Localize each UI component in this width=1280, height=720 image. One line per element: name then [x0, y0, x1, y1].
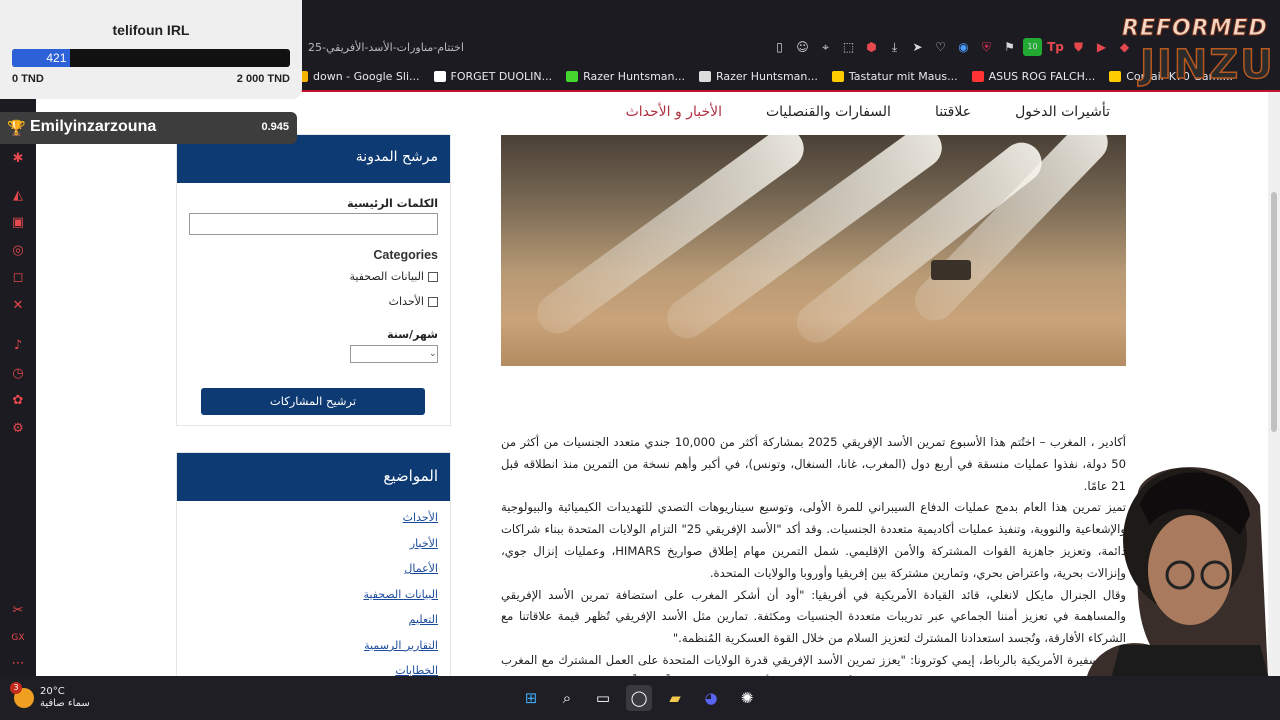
- goal-progress-fill: 421: [12, 49, 71, 67]
- checkbox[interactable]: [428, 271, 438, 282]
- category-option[interactable]: البيانات الصحفية: [350, 270, 438, 283]
- donation-goal-overlay: telifoun IRL 421 0 TND 2 000 TND: [0, 0, 302, 99]
- task-view-icon[interactable]: ▭: [590, 685, 616, 711]
- vpn-icon[interactable]: ◉: [954, 38, 973, 56]
- bookmark-item[interactable]: Tastatur mit Maus...: [831, 70, 958, 83]
- checkbox[interactable]: [428, 296, 438, 307]
- counter-icon[interactable]: 10: [1023, 38, 1042, 56]
- screenshot-icon[interactable]: ⬚: [839, 38, 858, 56]
- topic-link[interactable]: الأحداث: [403, 511, 438, 524]
- filter-posts-button[interactable]: ترشيح المشاركات: [201, 388, 425, 415]
- x-icon[interactable]: ✕: [9, 297, 27, 315]
- heart-icon[interactable]: ♡: [931, 38, 950, 56]
- keywords-label: الكلمات الرئيسية: [347, 197, 438, 210]
- tp-icon[interactable]: Tp: [1046, 38, 1065, 56]
- topic-link[interactable]: الخطابات: [395, 664, 438, 676]
- top-donor-overlay: 🏆 Emilyinzarzouna 0.945: [0, 112, 297, 144]
- top-donor-value: 0.945: [261, 121, 289, 133]
- category-option[interactable]: الأحداث: [389, 295, 438, 308]
- bookmark-item[interactable]: FORGET DUOLIN...: [433, 70, 552, 83]
- extensions-icon[interactable]: ✿: [9, 392, 27, 410]
- browser-sidebar: ✱ ◭ ▣ ◎ ◻ ✕ ♪ ◷ ✿ ⚙ ✂ GX ⋯: [0, 92, 36, 676]
- weather-widget[interactable]: 3 20°C سماء صافية: [10, 682, 90, 710]
- youtube-icon[interactable]: ▶: [1092, 38, 1111, 56]
- instagram-icon[interactable]: ◻: [9, 269, 27, 287]
- arc-icon[interactable]: ◭: [9, 187, 27, 205]
- taskbar-apps: ⊞ ⌕ ▭ ◯ ▰ ◕ ✺: [518, 685, 760, 711]
- goal-min: 0 TND: [12, 73, 44, 85]
- weather-condition: سماء صافية: [40, 698, 90, 709]
- razer-icon: [566, 70, 579, 82]
- gx-icon[interactable]: GX: [9, 629, 27, 647]
- shield-icon[interactable]: ⬢: [862, 38, 881, 56]
- blog-filter-widget: مرشح المدونة الكلمات الرئيسية Categories…: [176, 134, 451, 426]
- notification-badge: 3: [10, 682, 22, 694]
- scroll-thumb[interactable]: [1271, 192, 1277, 432]
- month-year-select[interactable]: ⌄: [350, 345, 438, 363]
- twitch-icon[interactable]: ▣: [9, 214, 27, 232]
- main-nav: تأشيرات الدخول علاقتنا السفارات والقنصلي…: [626, 104, 1110, 120]
- download-icon[interactable]: ⤓: [885, 38, 904, 56]
- temperature: 20°C: [40, 686, 65, 697]
- bookmark-item[interactable]: ASUS ROG FALCH...: [971, 70, 1095, 83]
- nav-news[interactable]: الأخبار و الأحداث: [626, 104, 722, 120]
- topic-link[interactable]: التعليم: [409, 613, 438, 626]
- extension-icon[interactable]: ⚑: [1000, 38, 1019, 56]
- goal-max: 2 000 TND: [236, 73, 290, 85]
- settings-icon[interactable]: ⚙: [9, 420, 27, 438]
- page-icon: [699, 70, 711, 82]
- discord-icon[interactable]: ◕: [698, 685, 724, 711]
- messenger-icon[interactable]: ◎: [9, 242, 27, 260]
- sidebar-icon[interactable]: ▯: [770, 38, 789, 56]
- shop-icon: [831, 70, 844, 82]
- tiktok-icon: [433, 70, 446, 82]
- opera-gx-icon[interactable]: ◯: [626, 685, 652, 711]
- search-icon[interactable]: ⌕: [554, 685, 580, 711]
- streamer-logo: REFORMED JINZU: [1122, 16, 1275, 89]
- nav-visas[interactable]: تأشيرات الدخول: [1015, 104, 1110, 120]
- windows-start-icon[interactable]: ⊞: [518, 685, 544, 711]
- topic-link[interactable]: التقارير الرسمية: [364, 639, 438, 652]
- emoji-icon[interactable]: ☺: [793, 38, 812, 56]
- windows-taskbar: 3 20°C سماء صافية ⊞ ⌕ ▭ ◯ ▰ ◕ ✺: [0, 676, 1280, 720]
- article-hero-image: [501, 135, 1126, 366]
- goal-title: telifoun IRL: [112, 22, 190, 38]
- more-icon[interactable]: ⋯: [9, 655, 27, 673]
- bookmark-item[interactable]: Razer Huntsman...: [699, 70, 818, 83]
- topic-link[interactable]: الأعمال: [404, 562, 438, 575]
- sun-icon: 3: [10, 682, 34, 708]
- trophy-icon: 🏆: [7, 119, 26, 137]
- logo-text-bottom: JINZU: [1139, 41, 1275, 89]
- keywords-input[interactable]: [189, 213, 438, 235]
- chevron-down-icon: ⌄: [429, 349, 437, 359]
- chatgpt-icon[interactable]: ✺: [734, 685, 760, 711]
- bookmark-item[interactable]: Razer Huntsman...: [566, 70, 685, 83]
- categories-label: Categories: [373, 248, 438, 262]
- top-donor-name: Emilyinzarzouna: [30, 118, 157, 135]
- toolbar-icons: ▯ ☺ ⌖ ⬚ ⬢ ⤓ ➤ ♡ ◉ ⛨ ⚑ 10 Tp ⛊ ▶ ◆: [770, 38, 1134, 58]
- launcher-vehicle: [931, 260, 971, 280]
- logo-text-top: REFORMED: [1122, 16, 1268, 42]
- month-year-label: شهر/سنة: [387, 328, 438, 341]
- file-explorer-icon[interactable]: ▰: [662, 685, 688, 711]
- goal-progress-bar: 421: [12, 49, 290, 67]
- nav-embassies[interactable]: السفارات والقنصليات: [766, 104, 891, 120]
- topics-widget: المواضيع الأحداث الأخبار الأعمال البيانا…: [176, 452, 451, 676]
- aria-icon[interactable]: ✱: [9, 150, 27, 168]
- history-icon[interactable]: ◷: [9, 365, 27, 383]
- bookmark-item[interactable]: down - Google Sli...: [296, 70, 420, 83]
- nav-relations[interactable]: علاقتنا: [935, 104, 971, 120]
- address-bar[interactable]: اختتام-مناورات-الأسد-الأفريقي-25: [300, 36, 760, 60]
- shield-red-icon[interactable]: ⛊: [1069, 38, 1088, 56]
- shop-icon: [971, 70, 984, 82]
- ublock-icon[interactable]: ⛨: [977, 38, 996, 56]
- pin-icon[interactable]: ⌖: [816, 38, 835, 56]
- send-icon[interactable]: ➤: [908, 38, 927, 56]
- topic-link[interactable]: البيانات الصحفية: [364, 588, 439, 601]
- widget-title: المواضيع: [177, 453, 450, 501]
- player-icon[interactable]: ♪: [9, 337, 27, 355]
- shop-icon: [1109, 70, 1122, 82]
- tools-icon[interactable]: ✂: [9, 602, 27, 620]
- topic-link[interactable]: الأخبار: [410, 537, 438, 550]
